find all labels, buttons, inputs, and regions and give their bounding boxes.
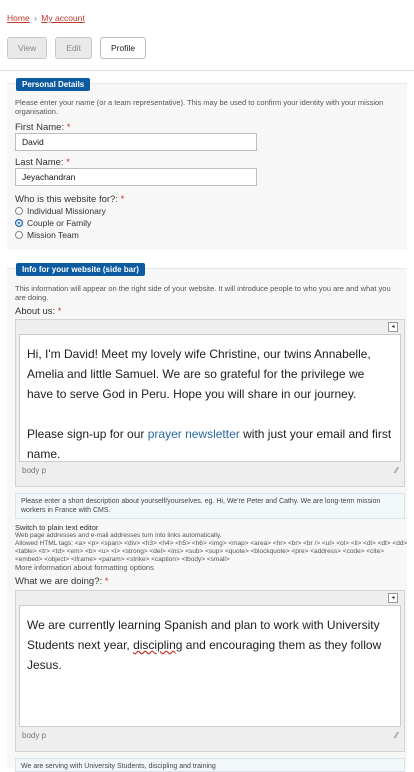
breadcrumb-my-account-link[interactable]: My account [41, 13, 84, 23]
breadcrumb-separator: › [34, 13, 37, 23]
resize-handle-icon[interactable]: ⁄⁄ [395, 731, 398, 740]
what-doing-textarea[interactable]: We are currently learning Spanish and pl… [19, 605, 401, 727]
radio-icon[interactable] [15, 207, 23, 215]
radio-couple-family[interactable]: Couple or Family [15, 218, 91, 228]
what-doing-editor: ◂ We are currently learning Spanish and … [15, 590, 405, 752]
switch-editor-link[interactable]: Switch to plain text editor [15, 524, 410, 532]
personal-details-help: Please enter your name (or a team repres… [15, 98, 384, 116]
tab-profile[interactable]: Profile [99, 37, 147, 59]
breadcrumb-home-link[interactable]: Home [7, 13, 30, 23]
misspelled-word: discipling [133, 638, 183, 652]
account-tabs: View Edit Profile [7, 37, 407, 63]
about-us-label: About us: * [15, 306, 62, 317]
format-tips-allowed-tags: Allowed HTML tags: <a> <p> <span> <div> … [15, 540, 408, 563]
toolbar-arrow-icon[interactable]: ◂ [388, 322, 398, 332]
resize-handle-icon[interactable]: ⁄⁄ [395, 466, 398, 475]
editor-statusbar: body p ⁄⁄ [16, 727, 404, 743]
tab-edit[interactable]: Edit [55, 37, 92, 59]
about-paragraph-1: Hi, I'm David! Meet my lovely wife Chris… [27, 347, 371, 401]
last-name-input[interactable] [15, 168, 257, 186]
personal-details-legend: Personal Details [16, 78, 91, 91]
about-us-textarea[interactable]: Hi, I'm David! Meet my lovely wife Chris… [19, 334, 401, 462]
more-formatting-link[interactable]: More information about formatting option… [15, 564, 410, 572]
toolbar-arrow-icon[interactable]: ◂ [388, 593, 398, 603]
about-us-editor: ◂ Hi, I'm David! Meet my lovely wife Chr… [15, 319, 405, 487]
website-info-legend: Info for your website (side bar) [16, 263, 145, 276]
last-name-label: Last Name: * [15, 157, 70, 168]
editor-statusbar: body p ⁄⁄ [16, 462, 404, 478]
format-tips-line1: Web page addresses and e-mail addresses … [15, 532, 222, 539]
radio-mission-team[interactable]: Mission Team [15, 230, 79, 240]
radio-icon[interactable] [15, 231, 23, 239]
radio-individual-missionary[interactable]: Individual Missionary [15, 206, 106, 216]
first-name-label: First Name: * [15, 122, 71, 133]
prayer-newsletter-link[interactable]: prayer newsletter [148, 427, 240, 441]
editor-toolbar: ◂ [16, 320, 404, 334]
about-us-description: Please enter a short description about y… [15, 493, 405, 519]
website-info-help: This information will appear on the righ… [15, 284, 391, 302]
who-website-label: Who is this website for?: * [15, 194, 125, 205]
editor-path: body p [22, 730, 47, 740]
first-name-input[interactable] [15, 133, 257, 151]
divider [0, 70, 414, 71]
tab-view[interactable]: View [7, 37, 48, 59]
editor-path: body p [22, 465, 47, 475]
radio-selected-icon[interactable] [15, 219, 23, 227]
breadcrumb: Home › My account [7, 13, 85, 23]
what-doing-label: What we are doing?: * [15, 576, 109, 587]
editor-toolbar: ◂ [16, 591, 404, 605]
about-paragraph-2: Please sign-up for our prayer newsletter… [27, 427, 392, 461]
what-doing-description: We are serving with University Students,… [15, 758, 405, 772]
